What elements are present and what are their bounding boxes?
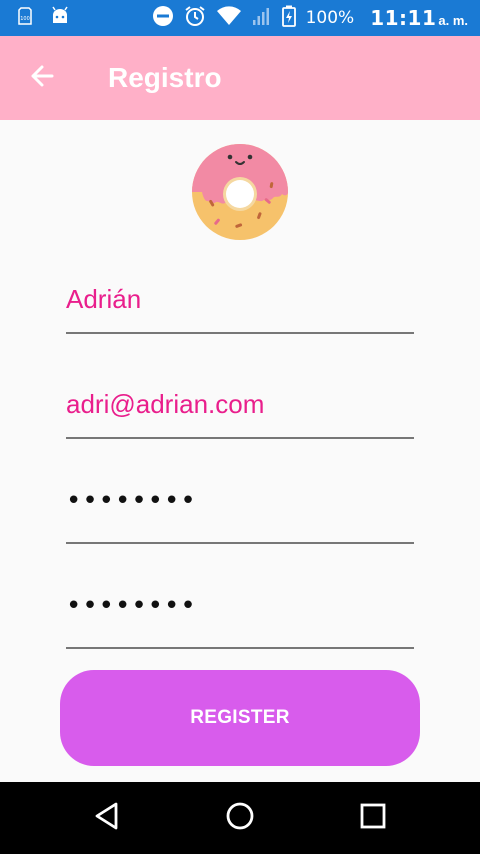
email-value: adri@adrian.com (66, 389, 265, 419)
status-bar: 100 100% 11:11 a. m. (0, 0, 480, 36)
signal-icon (252, 6, 272, 31)
name-value: Adrián (66, 284, 142, 314)
triangle-back-icon (92, 801, 122, 836)
square-recents-icon (359, 802, 387, 835)
circle-home-icon (225, 801, 255, 836)
nav-back-button[interactable] (77, 788, 137, 848)
sd-card-icon: 100 (18, 6, 32, 30)
nav-recents-button[interactable] (343, 788, 403, 848)
register-button[interactable]: REGISTER (60, 670, 420, 766)
back-button[interactable] (0, 36, 84, 120)
do-not-disturb-icon (152, 5, 174, 32)
svg-text:100: 100 (20, 16, 30, 22)
arrow-left-icon (28, 62, 56, 95)
android-icon (50, 6, 70, 31)
clock: 11:11 a. m. (370, 6, 468, 30)
clock-time: 11:11 (370, 6, 437, 30)
nav-home-button[interactable] (210, 788, 270, 848)
page-title: Registro (108, 62, 222, 93)
register-form: Adrián adri@adrian.com •••••••• ••••••••… (0, 120, 480, 782)
password-value: •••••••• (66, 486, 197, 516)
battery-percent: 100% (305, 8, 355, 28)
wifi-icon (216, 5, 242, 31)
email-field[interactable]: adri@adrian.com (66, 379, 414, 439)
donut-icon (190, 142, 290, 242)
app-bar: Registro (0, 36, 480, 120)
battery-charging-icon (281, 5, 296, 32)
clock-ampm: a. m. (438, 13, 468, 28)
alarm-icon (184, 5, 206, 32)
name-field[interactable]: Adrián (66, 274, 414, 334)
password-field[interactable]: •••••••• (66, 484, 414, 544)
confirm-password-value: •••••••• (66, 591, 197, 621)
confirm-password-field[interactable]: •••••••• (66, 589, 414, 649)
status-left: 100 (18, 6, 70, 31)
status-right: 100% 11:11 a. m. (152, 5, 468, 32)
navigation-bar (0, 782, 480, 854)
